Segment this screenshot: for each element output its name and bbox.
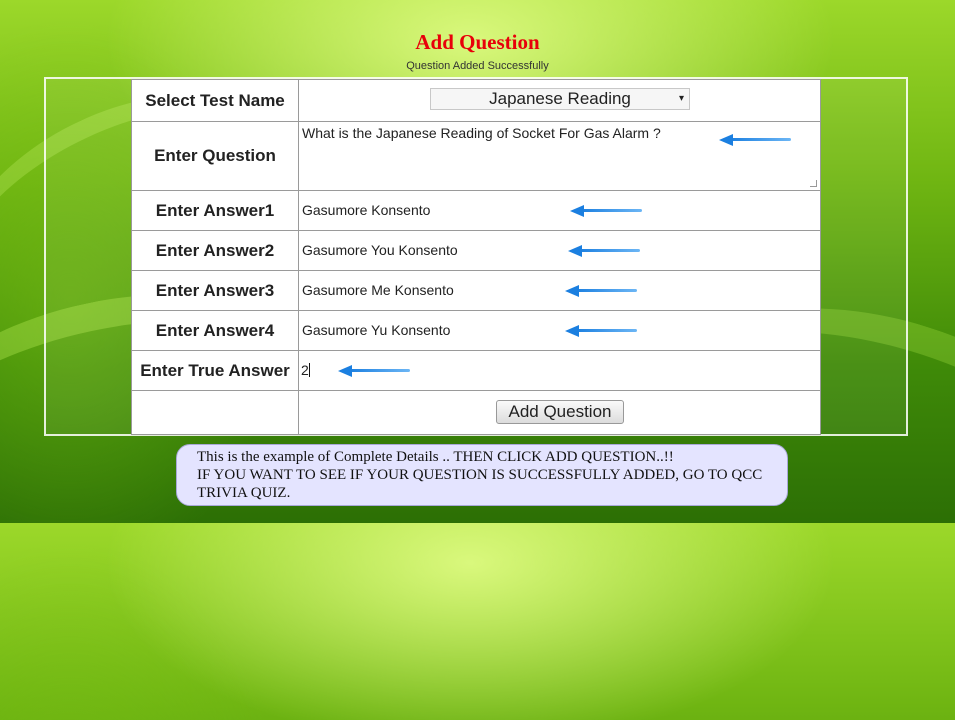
test-name-select[interactable]: Japanese Reading ▾: [430, 88, 690, 110]
answer1-value: Gasumore Konsento: [302, 201, 431, 218]
test-name-cell: Japanese Reading ▾: [298, 79, 821, 122]
question-textarea[interactable]: What is the Japanese Reading of Socket F…: [298, 121, 821, 191]
arrow-icon: [570, 205, 642, 217]
add-question-form: Select Test Name Japanese Reading ▾ Ente…: [131, 79, 821, 435]
answer3-input[interactable]: Gasumore Me Konsento: [298, 270, 821, 311]
question-label: Enter Question: [131, 121, 299, 191]
note-line-2: IF YOU WANT TO SEE IF YOUR QUESTION IS S…: [197, 467, 763, 501]
add-question-button[interactable]: Add Question: [496, 400, 624, 424]
answer4-value: Gasumore Yu Konsento: [302, 321, 451, 338]
answer1-input[interactable]: Gasumore Konsento: [298, 190, 821, 231]
arrow-icon: [568, 245, 640, 257]
text-caret: [308, 362, 310, 377]
arrow-icon: [338, 365, 410, 377]
true-answer-label: Enter True Answer: [131, 350, 299, 391]
question-text: What is the Japanese Reading of Socket F…: [302, 125, 661, 141]
answer2-label: Enter Answer2: [131, 230, 299, 271]
arrow-icon: [719, 134, 791, 146]
status-message: Question Added Successfully: [406, 60, 549, 72]
resize-handle[interactable]: [810, 180, 817, 187]
arrow-icon: [565, 325, 637, 337]
answer3-label: Enter Answer3: [131, 270, 299, 311]
note-line-1: This is the example of Complete Details …: [197, 449, 674, 465]
instruction-note: This is the example of Complete Details …: [176, 444, 788, 506]
answer1-label: Enter Answer1: [131, 190, 299, 231]
empty-label-cell: [131, 390, 299, 435]
answer2-input[interactable]: Gasumore You Konsento: [298, 230, 821, 271]
arrow-icon: [565, 285, 637, 297]
test-name-label: Select Test Name: [131, 79, 299, 122]
submit-cell: Add Question: [298, 390, 821, 435]
answer4-input[interactable]: Gasumore Yu Konsento: [298, 310, 821, 351]
answer3-value: Gasumore Me Konsento: [302, 281, 454, 298]
true-answer-input[interactable]: 2: [298, 350, 821, 391]
answer2-value: Gasumore You Konsento: [302, 241, 458, 258]
answer4-label: Enter Answer4: [131, 310, 299, 351]
true-answer-value: 2: [301, 361, 309, 378]
test-name-selected: Japanese Reading: [489, 89, 631, 108]
chevron-down-icon: ▾: [678, 93, 684, 104]
page-title: Add Question: [415, 30, 540, 54]
